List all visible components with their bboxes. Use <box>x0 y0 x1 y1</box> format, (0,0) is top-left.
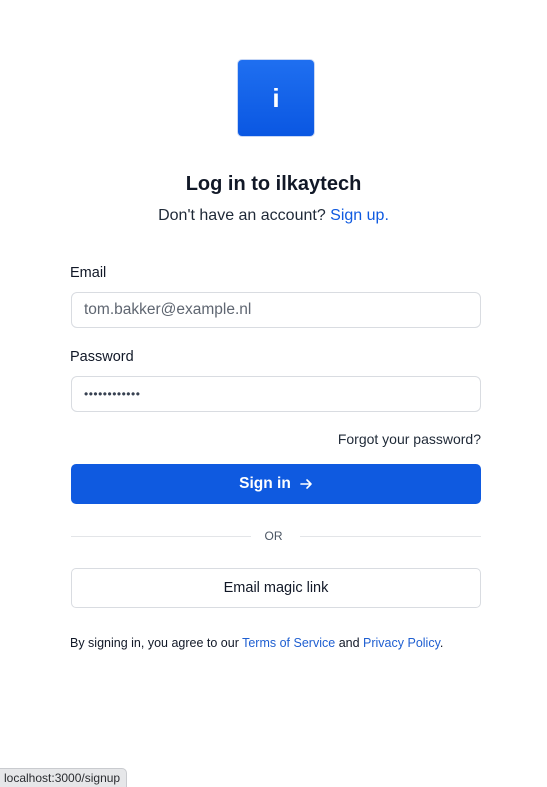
password-label: Password <box>70 349 134 365</box>
legal-notice: By signing in, you agree to our Terms of… <box>70 635 443 652</box>
email-field[interactable] <box>71 292 481 328</box>
legal-suffix: . <box>439 636 444 650</box>
sign-in-button[interactable]: Sign in <box>71 464 481 504</box>
logo-letter: i <box>272 82 280 113</box>
arrow-right-icon <box>300 479 312 489</box>
status-url: localhost:3000/signup <box>4 771 121 785</box>
email-magic-link-button[interactable]: Email magic link <box>71 568 481 608</box>
page-title: Log in to ilkaytech <box>185 173 362 195</box>
app-logo: i <box>237 59 315 137</box>
browser-status-bar: localhost:3000/signup <box>0 768 128 787</box>
legal-and: and <box>338 636 360 650</box>
privacy-link[interactable]: Privacy Policy <box>363 636 440 650</box>
signup-prompt: Don't have an account? Sign up. <box>0 205 547 227</box>
legal-prefix: By signing in, you agree to our <box>70 636 239 650</box>
password-field[interactable] <box>71 376 481 412</box>
email-label: Email <box>70 265 107 281</box>
forgot-password-link[interactable]: Forgot your password? <box>338 430 481 448</box>
signup-prompt-text: Don't have an account? <box>158 207 326 224</box>
signup-link[interactable]: Sign up. <box>330 207 389 224</box>
terms-link[interactable]: Terms of Service <box>242 636 335 650</box>
divider-right <box>300 536 481 537</box>
sign-in-label: Sign in <box>239 475 291 492</box>
